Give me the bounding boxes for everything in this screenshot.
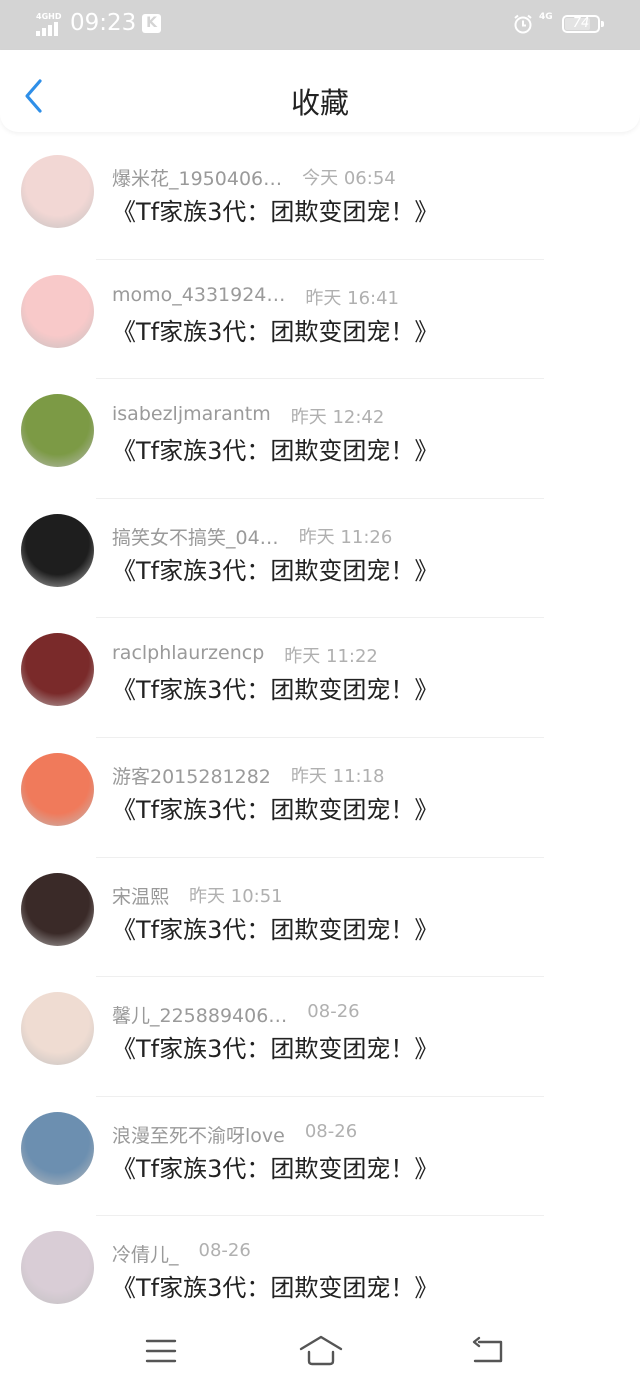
battery-nub — [601, 21, 604, 27]
username[interactable]: 冷倩儿_ — [112, 1240, 179, 1267]
item-meta: isabezljmarantm 昨天 12:42 — [112, 403, 384, 429]
item-meta: 游客2015281282 昨天 11:18 — [112, 762, 385, 788]
list-item[interactable]: raclphlaurzencp 昨天 11:22 《Tf家族3代：团欺变团宠！》 — [0, 618, 640, 738]
username[interactable]: isabezljmarantm — [112, 403, 271, 425]
item-meta: 馨儿_225889406… 08-26 — [112, 1001, 360, 1027]
timestamp: 昨天 11:26 — [298, 526, 393, 548]
item-meta: momo_4331924… 昨天 16:41 — [112, 284, 399, 310]
avatar[interactable] — [21, 872, 94, 946]
home-button[interactable] — [298, 1334, 344, 1370]
post-title[interactable]: 《Tf家族3代：团欺变团宠！》 — [112, 551, 438, 586]
menu-icon — [145, 1339, 177, 1363]
avatar[interactable] — [21, 633, 94, 707]
item-meta: 浪漫至死不渝呀love 08-26 — [112, 1121, 357, 1147]
timestamp: 昨天 12:42 — [290, 407, 385, 429]
timestamp: 昨天 11:18 — [290, 765, 385, 787]
network-type-label: 4GHD — [36, 12, 62, 21]
item-meta: 宋温熙 昨天 10:51 — [112, 882, 283, 908]
avatar[interactable] — [21, 394, 94, 468]
post-title[interactable]: 《Tf家族3代：团欺变团宠！》 — [112, 910, 438, 945]
alarm-icon — [514, 14, 532, 34]
avatar[interactable] — [21, 752, 94, 826]
status-time: 09:23 — [70, 10, 137, 36]
timestamp: 昨天 11:22 — [284, 646, 378, 668]
timestamp: 08-26 — [304, 1120, 358, 1142]
post-title[interactable]: 《Tf家族3代：团欺变团宠！》 — [112, 790, 438, 825]
list-item[interactable]: 馨儿_225889406… 08-26 《Tf家族3代：团欺变团宠！》 — [0, 977, 640, 1097]
avatar[interactable] — [21, 1111, 94, 1185]
post-title[interactable]: 《Tf家族3代：团欺变团宠！》 — [112, 1029, 438, 1064]
battery-percent: 74 — [572, 16, 590, 31]
post-title[interactable]: 《Tf家族3代：团欺变团宠！》 — [112, 1268, 438, 1303]
post-title[interactable]: 《Tf家族3代：团欺变团宠！》 — [112, 431, 438, 466]
list-item[interactable]: 搞笑女不搞笑_04… 昨天 11:26 《Tf家族3代：团欺变团宠！》 — [0, 499, 640, 619]
list-item[interactable]: 游客2015281282 昨天 11:18 《Tf家族3代：团欺变团宠！》 — [0, 738, 640, 858]
post-title[interactable]: 《Tf家族3代：团欺变团宠！》 — [112, 192, 438, 227]
avatar[interactable] — [21, 513, 94, 587]
status-bar: 4GHD 09:23 K 4G 74 — [0, 0, 640, 50]
header: 收藏 — [0, 50, 640, 132]
username[interactable]: 游客2015281282 — [112, 762, 271, 789]
back-nav-button[interactable] — [470, 1334, 510, 1370]
avatar[interactable] — [21, 274, 94, 348]
page-title: 收藏 — [290, 86, 349, 120]
battery-icon: 74 — [562, 15, 604, 33]
timestamp: 今天 06:54 — [302, 168, 396, 189]
list-item[interactable]: isabezljmarantm 昨天 12:42 《Tf家族3代：团欺变团宠！》 — [0, 379, 640, 499]
navigation-bar — [0, 1318, 640, 1387]
post-title[interactable]: 《Tf家族3代：团欺变团宠！》 — [112, 1149, 438, 1184]
signal-icon: 4GHD — [34, 12, 62, 36]
item-meta: 搞笑女不搞笑_04… 昨天 11:26 — [112, 523, 392, 549]
network-4g-label: 4G — [539, 12, 553, 22]
timestamp: 08-26 — [307, 1001, 360, 1023]
list-item[interactable]: 浪漫至死不渝呀love 08-26 《Tf家族3代：团欺变团宠！》 — [0, 1097, 640, 1217]
menu-button[interactable] — [141, 1334, 181, 1370]
list-item[interactable]: 宋温熙 昨天 10:51 《Tf家族3代：团欺变团宠！》 — [0, 858, 640, 978]
item-meta: raclphlaurzencp 昨天 11:22 — [112, 642, 378, 668]
item-meta: 冷倩儿_ 08-26 — [112, 1240, 251, 1266]
favorites-list: 爆米花_1950406… 今天 06:54 《Tf家族3代：团欺变团宠！》 momo_… — [0, 140, 640, 1336]
post-title[interactable]: 《Tf家族3代：团欺变团宠！》 — [112, 670, 438, 705]
timestamp: 昨天 16:41 — [305, 287, 399, 309]
username[interactable]: 爆米花_1950406… — [112, 164, 282, 191]
item-meta: 爆米花_1950406… 今天 06:54 — [112, 164, 396, 190]
avatar[interactable] — [21, 155, 94, 228]
username[interactable]: 馨儿_225889406… — [112, 1001, 287, 1028]
timestamp: 昨天 10:51 — [189, 885, 283, 907]
username[interactable]: 浪漫至死不渝呀love — [112, 1121, 285, 1148]
post-title[interactable]: 《Tf家族3代：团欺变团宠！》 — [112, 312, 438, 347]
timestamp: 08-26 — [198, 1240, 251, 1262]
home-icon — [299, 1335, 343, 1366]
k-app-icon: K — [142, 14, 161, 33]
username[interactable]: 宋温熙 — [112, 882, 169, 909]
username[interactable]: momo_4331924… — [112, 284, 285, 306]
list-item[interactable]: momo_4331924… 昨天 16:41 《Tf家族3代：团欺变团宠！》 — [0, 260, 640, 380]
avatar[interactable] — [21, 1231, 94, 1305]
back-arrow-icon — [472, 1336, 503, 1363]
avatar[interactable] — [21, 992, 94, 1066]
list-item[interactable]: 爆米花_1950406… 今天 06:54 《Tf家族3代：团欺变团宠！》 — [0, 140, 640, 260]
username[interactable]: 搞笑女不搞笑_04… — [112, 523, 279, 550]
username[interactable]: raclphlaurzencp — [112, 642, 264, 664]
